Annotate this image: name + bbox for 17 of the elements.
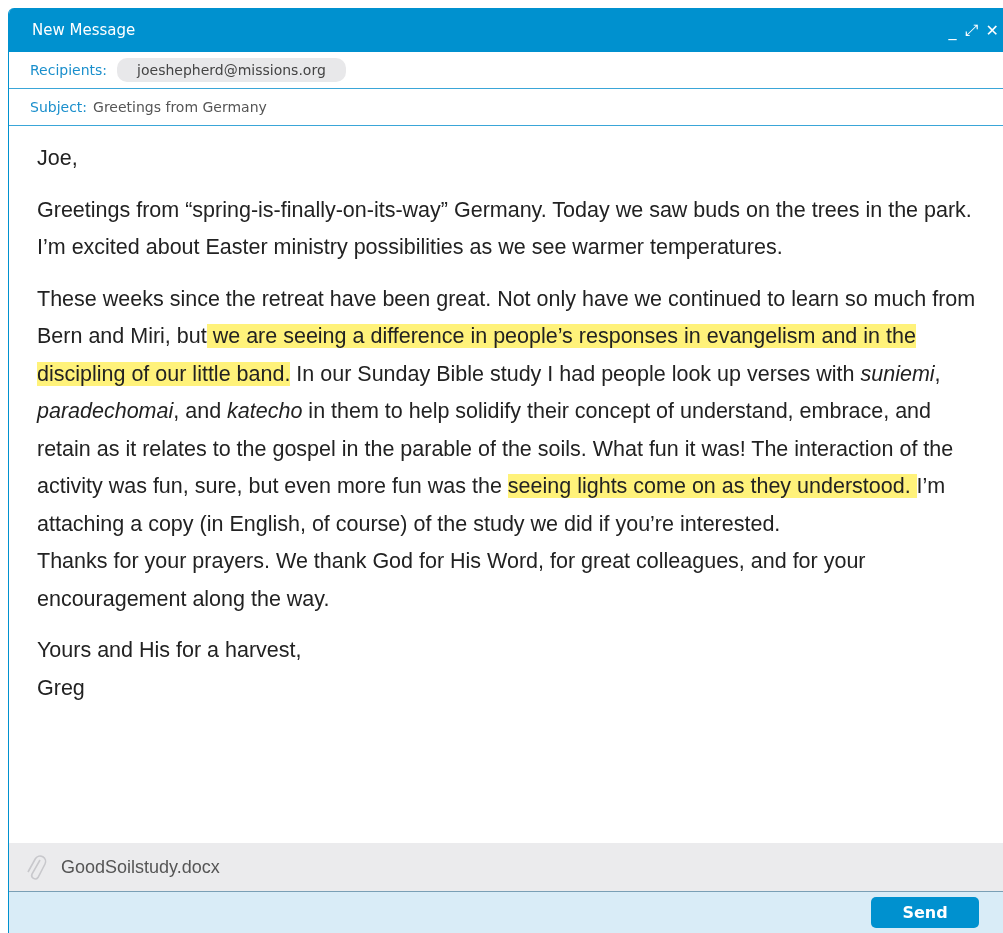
- message-paragraph: Thanks for your prayers. We thank God for His Word, for great colleagues, and for your encouragement along the way.: [37, 548, 867, 613]
- close-button[interactable]: ✕: [983, 20, 1001, 40]
- subject-label: Subject:: [30, 99, 88, 115]
- window-title: New Message: [32, 21, 136, 39]
- message-paragraph: Yours and His for a harvest,: [37, 637, 303, 664]
- send-button[interactable]: Send: [871, 897, 979, 928]
- subject-field[interactable]: Greetings from Germany: [93, 99, 267, 115]
- paperclip-icon: [25, 852, 47, 882]
- message-paragraph: These weeks since the retreat have been great. Not only have we continued to learn so much from Bern and Miri, but we are seeing a difference in people’s responses in evangelism and in the discipling of our little band. In our Sunday Bible study I had people look up verses with suniemi, paradechomai, and katecho in them to help solidify their concept of understand, embrace, and retain as it relates to the gospel in the parable of the soils. What fun it was! The interaction of the activity was fun, sure, but even more fun was the seeing lights come on as they understood. I’m attaching a copy (in English, of course) of the study we did if you’re interested.: [37, 285, 977, 538]
- minimize-button[interactable]: _: [946, 20, 959, 40]
- message-paragraph: Joe,: [37, 145, 79, 172]
- message-paragraph: Greetings from “spring-is-finally-on-its-way” Germany. Today we saw buds on the trees in the park. I’m excited about Easter ministry possibilities as we see warmer temperatures.: [37, 196, 973, 261]
- attachment-name[interactable]: GoodSoilstudy.docx: [61, 856, 220, 878]
- recipients-label: Recipients:: [30, 62, 108, 78]
- recipient-chip[interactable]: joeshepherd@missions.org: [117, 58, 346, 82]
- expand-button[interactable]: ⤢: [962, 20, 980, 40]
- message-paragraph: Greg: [37, 674, 86, 702]
